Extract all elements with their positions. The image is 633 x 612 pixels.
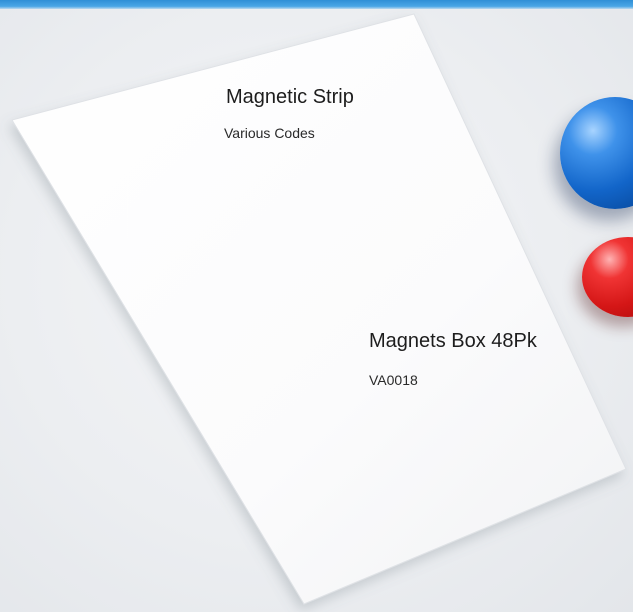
magnetic-strip-code: Various Codes: [224, 125, 315, 141]
magnetic-strip-title: Magnetic Strip: [226, 86, 354, 108]
magnets-box-title: Magnets Box 48Pk: [369, 330, 537, 352]
magnets-box-code: VA0018: [369, 372, 418, 388]
product-scene: Magnetic Strip Various Codes Magnets Box…: [0, 0, 633, 612]
